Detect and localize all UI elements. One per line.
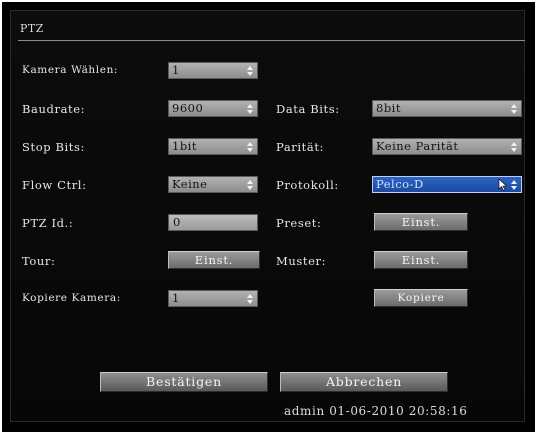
updown-arrow-icon xyxy=(247,142,253,152)
copy-camera-label: Kopiere Kamera: xyxy=(22,292,121,304)
updown-arrow-icon xyxy=(511,180,517,190)
stopbits-label: Stop Bits: xyxy=(22,140,85,154)
confirm-button[interactable]: Bestätigen xyxy=(100,372,268,392)
preset-setup-button[interactable]: Einst. xyxy=(374,213,468,231)
status-bar-user-datetime: admin 01-06-2010 20:58:16 xyxy=(284,404,468,418)
databits-select[interactable]: 8bit xyxy=(372,100,522,117)
baudrate-label: Baudrate: xyxy=(22,102,86,116)
parity-select-value: Keine Parität xyxy=(376,139,459,153)
ptzid-label: PTZ Id.: xyxy=(22,216,74,230)
flowctrl-select[interactable]: Keine xyxy=(168,176,258,193)
databits-select-value: 8bit xyxy=(376,101,401,115)
protocol-select[interactable]: Pelco-D xyxy=(372,176,522,193)
updown-arrow-icon xyxy=(511,104,517,114)
title-divider xyxy=(18,40,525,41)
camera-select-value: 1 xyxy=(172,63,180,77)
flowctrl-label: Flow Ctrl: xyxy=(22,178,87,192)
muster-setup-button[interactable]: Einst. xyxy=(374,251,468,269)
stopbits-select-value: 1bit xyxy=(172,139,197,153)
tour-setup-button[interactable]: Einst. xyxy=(168,251,260,269)
protocol-label: Protokoll: xyxy=(276,178,339,192)
updown-arrow-icon xyxy=(511,142,517,152)
mouse-cursor-icon xyxy=(498,179,508,191)
ptzid-input[interactable]: 0 xyxy=(168,214,258,231)
updown-arrow-icon xyxy=(247,104,253,114)
baudrate-select[interactable]: 9600 xyxy=(168,100,258,117)
cancel-button[interactable]: Abbrechen xyxy=(280,372,448,392)
parity-label: Parität: xyxy=(276,140,325,154)
copy-button[interactable]: Kopiere xyxy=(374,289,468,307)
parity-select[interactable]: Keine Parität xyxy=(372,138,522,155)
stopbits-select[interactable]: 1bit xyxy=(168,138,258,155)
updown-arrow-icon xyxy=(247,294,253,304)
camera-select[interactable]: 1 xyxy=(168,62,258,79)
updown-arrow-icon xyxy=(247,180,253,190)
tour-label: Tour: xyxy=(22,254,56,268)
flowctrl-select-value: Keine xyxy=(172,177,208,191)
muster-label: Muster: xyxy=(276,254,327,268)
page-title: PTZ xyxy=(20,22,44,35)
camera-label: Kamera Wählen: xyxy=(22,64,119,76)
updown-arrow-icon xyxy=(247,66,253,76)
protocol-select-value: Pelco-D xyxy=(376,177,424,191)
preset-label: Preset: xyxy=(276,216,322,230)
copy-camera-select-value: 1 xyxy=(172,291,180,305)
baudrate-select-value: 9600 xyxy=(172,101,204,115)
copy-camera-select[interactable]: 1 xyxy=(168,290,258,307)
databits-label: Data Bits: xyxy=(276,102,340,116)
